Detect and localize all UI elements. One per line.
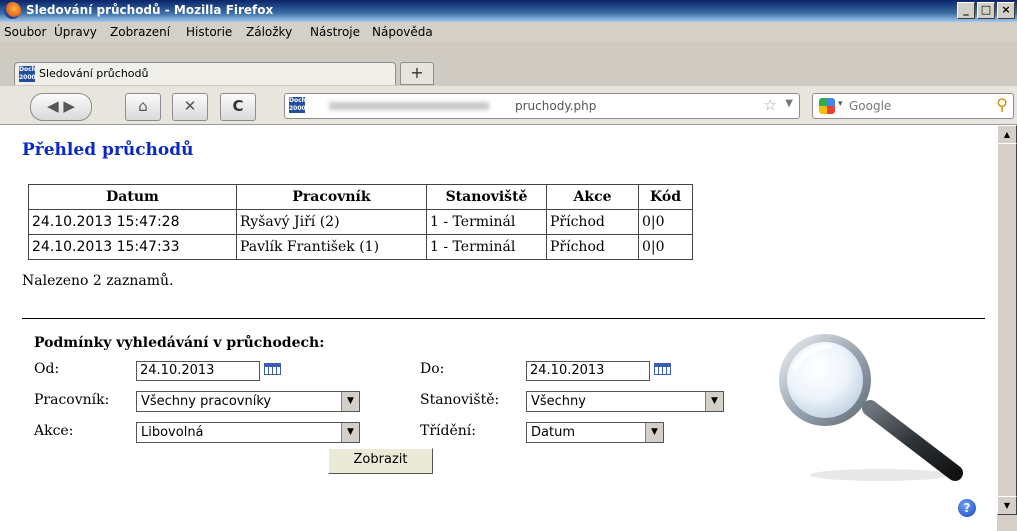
url-text: pruchody.php [515, 99, 597, 113]
cell-akce: Příchod [546, 209, 639, 235]
menu-bar: Soubor Úpravy Zobrazení Historie Záložky… [0, 22, 1017, 42]
stanoviste-select[interactable]: Všechny ▼ [526, 391, 724, 412]
reload-icon[interactable]: C [220, 93, 256, 121]
cell-datum: 24.10.2013 15:47:33 [28, 234, 237, 260]
window-controls: _ □ × [957, 2, 1015, 19]
cell-stanoviste: 1 - Terminál [426, 234, 547, 260]
search-icon[interactable]: ⚲ [996, 95, 1008, 114]
vertical-scrollbar[interactable]: ▲ ▼ [997, 125, 1017, 531]
do-calendar-icon[interactable] [654, 363, 671, 375]
od-label: Od: [34, 361, 60, 377]
home-icon[interactable]: ⌂ [125, 93, 161, 121]
search-engine-dropdown-icon[interactable]: ▾ [838, 99, 843, 109]
google-icon[interactable] [819, 98, 835, 114]
help-icon[interactable]: ? [958, 499, 976, 517]
col-header-stanoviste: Stanoviště [426, 184, 547, 210]
site-favicon-icon: Doch 2000 [19, 66, 36, 82]
tab-label: Sledování průchodů [39, 67, 149, 80]
maximize-button[interactable]: □ [977, 2, 995, 19]
menu-nastroje[interactable]: Nástroje [310, 25, 360, 39]
chevron-down-icon[interactable]: ▼ [705, 392, 723, 411]
cell-stanoviste: 1 - Terminál [426, 209, 547, 235]
menu-soubor[interactable]: Soubor [4, 25, 46, 39]
url-dropdown-icon[interactable]: ▼ [785, 98, 793, 109]
scroll-down-icon[interactable]: ▼ [997, 496, 1017, 515]
search-bar[interactable]: ▾ Google ⚲ [812, 93, 1014, 119]
back-arrow-icon[interactable]: ◀ [47, 97, 59, 115]
table-header-row: Datum Pracovník Stanoviště Akce Kód [28, 184, 693, 210]
menu-upravy[interactable]: Úpravy [54, 25, 97, 39]
search-placeholder: Google [849, 99, 892, 113]
stanoviste-label: Stanoviště: [420, 392, 500, 408]
od-date-input[interactable]: 24.10.2013 [136, 361, 260, 381]
site-favicon-icon: Doch 2000 [289, 97, 306, 113]
menu-zobrazeni[interactable]: Zobrazení [110, 25, 170, 39]
forward-arrow-icon[interactable]: ▶ [63, 97, 75, 115]
results-table: Datum Pracovník Stanoviště Akce Kód 24.1… [28, 184, 693, 260]
akce-label: Akce: [34, 423, 74, 439]
cell-akce: Příchod [546, 234, 639, 260]
menu-historie[interactable]: Historie [186, 25, 232, 39]
back-forward-buttons[interactable]: ◀ ▶ [30, 93, 92, 121]
trideni-select-value: Datum [531, 425, 575, 440]
bookmark-star-icon[interactable]: ☆ [764, 96, 777, 114]
page-left-gutter [0, 125, 12, 531]
results-count: Nalezeno 2 zaznamů. [22, 273, 174, 289]
cell-kod: 0|0 [638, 234, 693, 260]
table-row: 24.10.2013 15:47:28 Ryšavý Jiří (2) 1 - … [28, 209, 693, 235]
close-button[interactable]: × [997, 2, 1015, 19]
window-titlebar: Sledování průchodů - Mozilla Firefox _ □… [0, 0, 1017, 22]
divider [22, 318, 985, 319]
filter-title: Podmínky vyhledávání v průchodech: [34, 335, 325, 351]
col-header-kod: Kód [638, 184, 693, 210]
window-title: Sledování průchodů - Mozilla Firefox [26, 3, 274, 17]
trideni-label: Třídění: [420, 423, 476, 439]
pracovnik-label: Pracovník: [34, 392, 110, 408]
od-calendar-icon[interactable] [264, 363, 281, 375]
scroll-up-icon[interactable]: ▲ [997, 125, 1017, 144]
chevron-down-icon[interactable]: ▼ [645, 423, 663, 442]
chevron-down-icon[interactable]: ▼ [341, 423, 359, 442]
firefox-icon [4, 2, 21, 19]
akce-select[interactable]: Libovolná ▼ [136, 422, 360, 443]
menu-napoveda[interactable]: Nápověda [372, 25, 433, 39]
col-header-akce: Akce [546, 184, 639, 210]
address-bar[interactable]: Doch 2000 pruchody.php ☆ ▼ [284, 93, 800, 119]
page-title: Přehled průchodů [22, 140, 194, 160]
scrollbar-thumb[interactable] [997, 143, 1017, 497]
do-date-input[interactable]: 24.10.2013 [526, 361, 650, 381]
magnifier-illustration-icon [779, 334, 963, 481]
chevron-down-icon[interactable]: ▼ [341, 392, 359, 411]
cell-kod: 0|0 [638, 209, 693, 235]
do-label: Do: [420, 361, 445, 377]
trideni-select[interactable]: Datum ▼ [526, 422, 664, 443]
cell-pracovnik: Ryšavý Jiří (2) [236, 209, 427, 235]
minimize-button[interactable]: _ [957, 2, 975, 19]
akce-select-value: Libovolná [141, 425, 204, 440]
cell-datum: 24.10.2013 15:47:28 [28, 209, 237, 235]
tab-active[interactable]: Doch 2000 Sledování průchodů [14, 62, 396, 85]
pracovnik-select-value: Všechny pracovníky [141, 394, 272, 409]
url-host-blurred [329, 102, 489, 110]
col-header-datum: Datum [28, 184, 237, 210]
table-row: 24.10.2013 15:47:33 Pavlík František (1)… [28, 234, 693, 260]
cell-pracovnik: Pavlík František (1) [236, 234, 427, 260]
new-tab-button[interactable]: + [400, 62, 434, 85]
col-header-pracovnik: Pracovník [236, 184, 427, 210]
submit-button[interactable]: Zobrazit [328, 448, 433, 474]
menu-zalozky[interactable]: Záložky [246, 25, 292, 39]
stop-icon[interactable]: ✕ [172, 93, 208, 121]
pracovnik-select[interactable]: Všechny pracovníky ▼ [136, 391, 360, 412]
stanoviste-select-value: Všechny [531, 394, 586, 409]
